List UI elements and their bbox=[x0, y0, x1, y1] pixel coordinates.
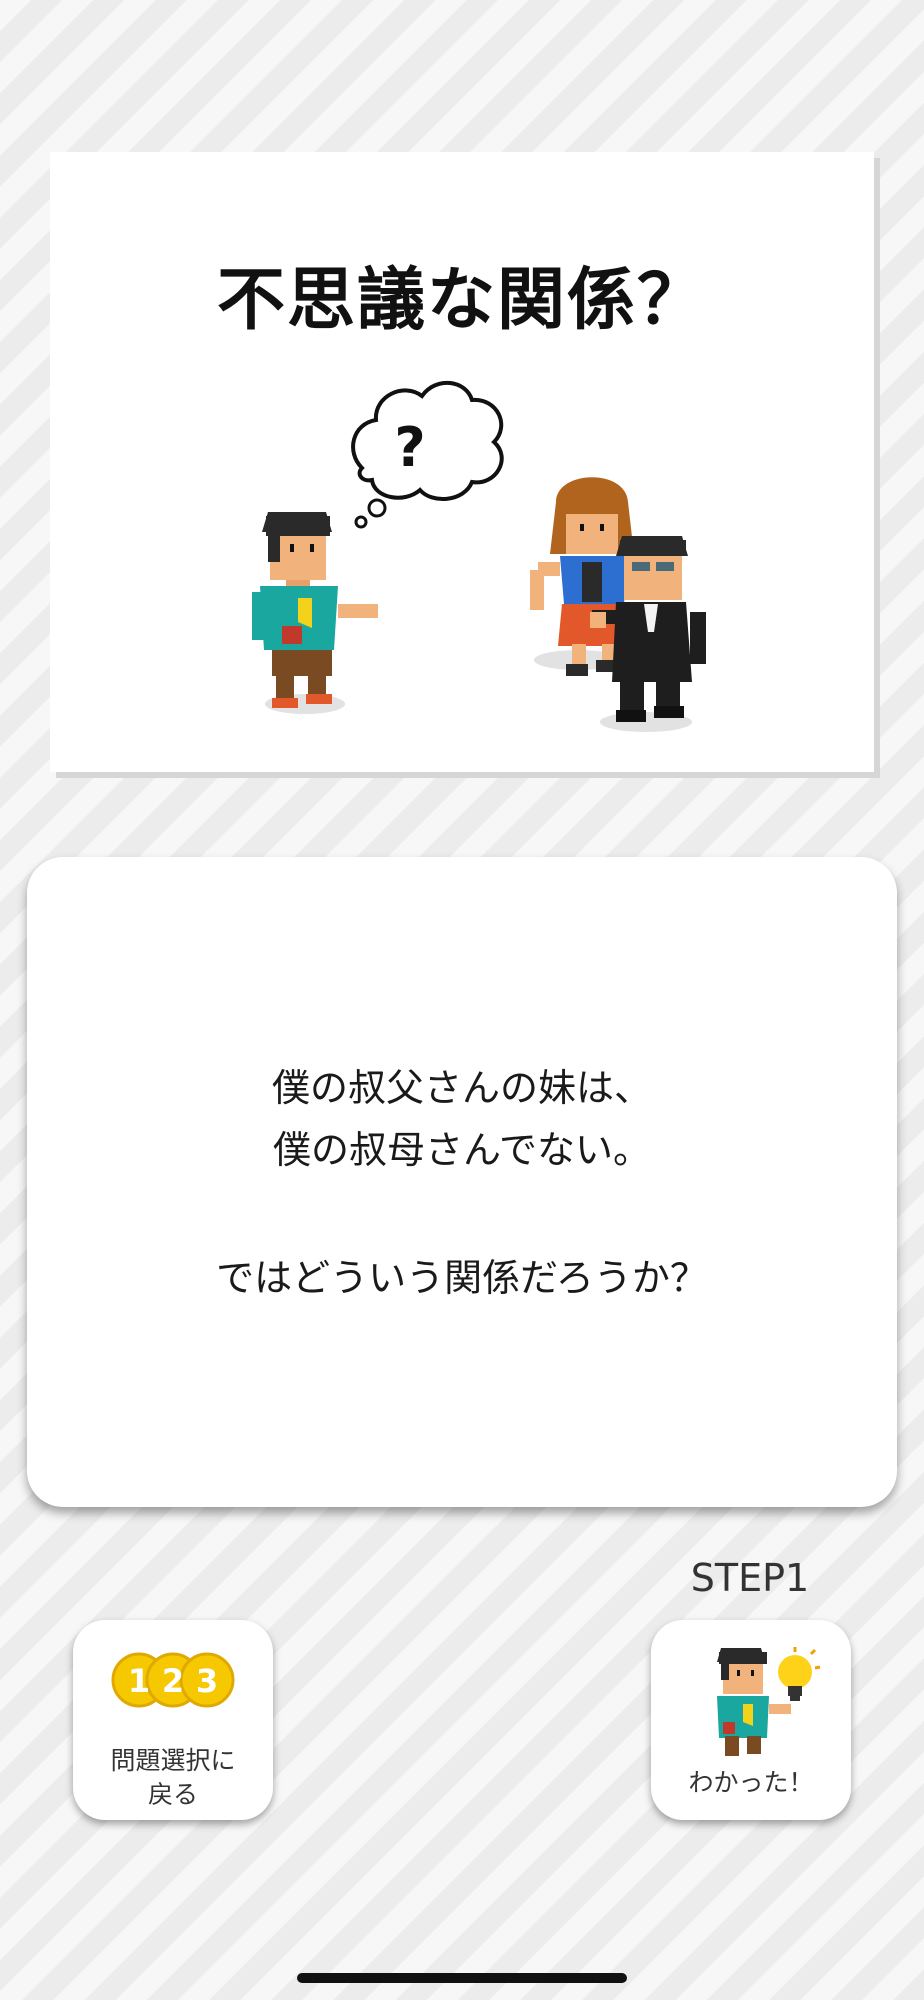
coin-2: 2 bbox=[162, 1662, 184, 1700]
got-it-button[interactable]: わかった！ bbox=[651, 1620, 851, 1820]
question-line-2: 僕の叔母さんでない。 bbox=[272, 1128, 652, 1172]
question-card: 僕の叔父さんの妹は、 僕の叔母さんでない。 ではどういう関係だろうか？ bbox=[27, 857, 897, 1507]
coin-3: 3 bbox=[196, 1662, 218, 1700]
puzzle-illustration: ? bbox=[252, 380, 706, 732]
title-card: 不思議な関係？ ? bbox=[50, 152, 874, 772]
back-to-problem-select-button[interactable]: 1 2 3 問題選択に 戻る bbox=[73, 1620, 273, 1820]
home-indicator[interactable] bbox=[297, 1973, 627, 1983]
thought-question-mark: ? bbox=[394, 416, 425, 479]
boy-lightbulb-icon bbox=[717, 1647, 821, 1756]
step-label: STEP1 bbox=[690, 1556, 810, 1600]
number-coins-icon: 1 2 3 bbox=[111, 1652, 235, 1708]
question-line-3: ではどういう関係だろうか？ bbox=[216, 1256, 708, 1300]
back-button-label-line-1: 問題選択に bbox=[110, 1746, 236, 1775]
coin-1: 1 bbox=[128, 1662, 150, 1700]
thought-bubble-icon: ? bbox=[351, 380, 504, 529]
got-it-button-label: わかった！ bbox=[688, 1768, 814, 1797]
back-button-label-line-2: 戻る bbox=[147, 1780, 198, 1809]
question-line-1: 僕の叔父さんの妹は、 bbox=[271, 1066, 652, 1110]
boy-figure-icon bbox=[252, 512, 378, 714]
